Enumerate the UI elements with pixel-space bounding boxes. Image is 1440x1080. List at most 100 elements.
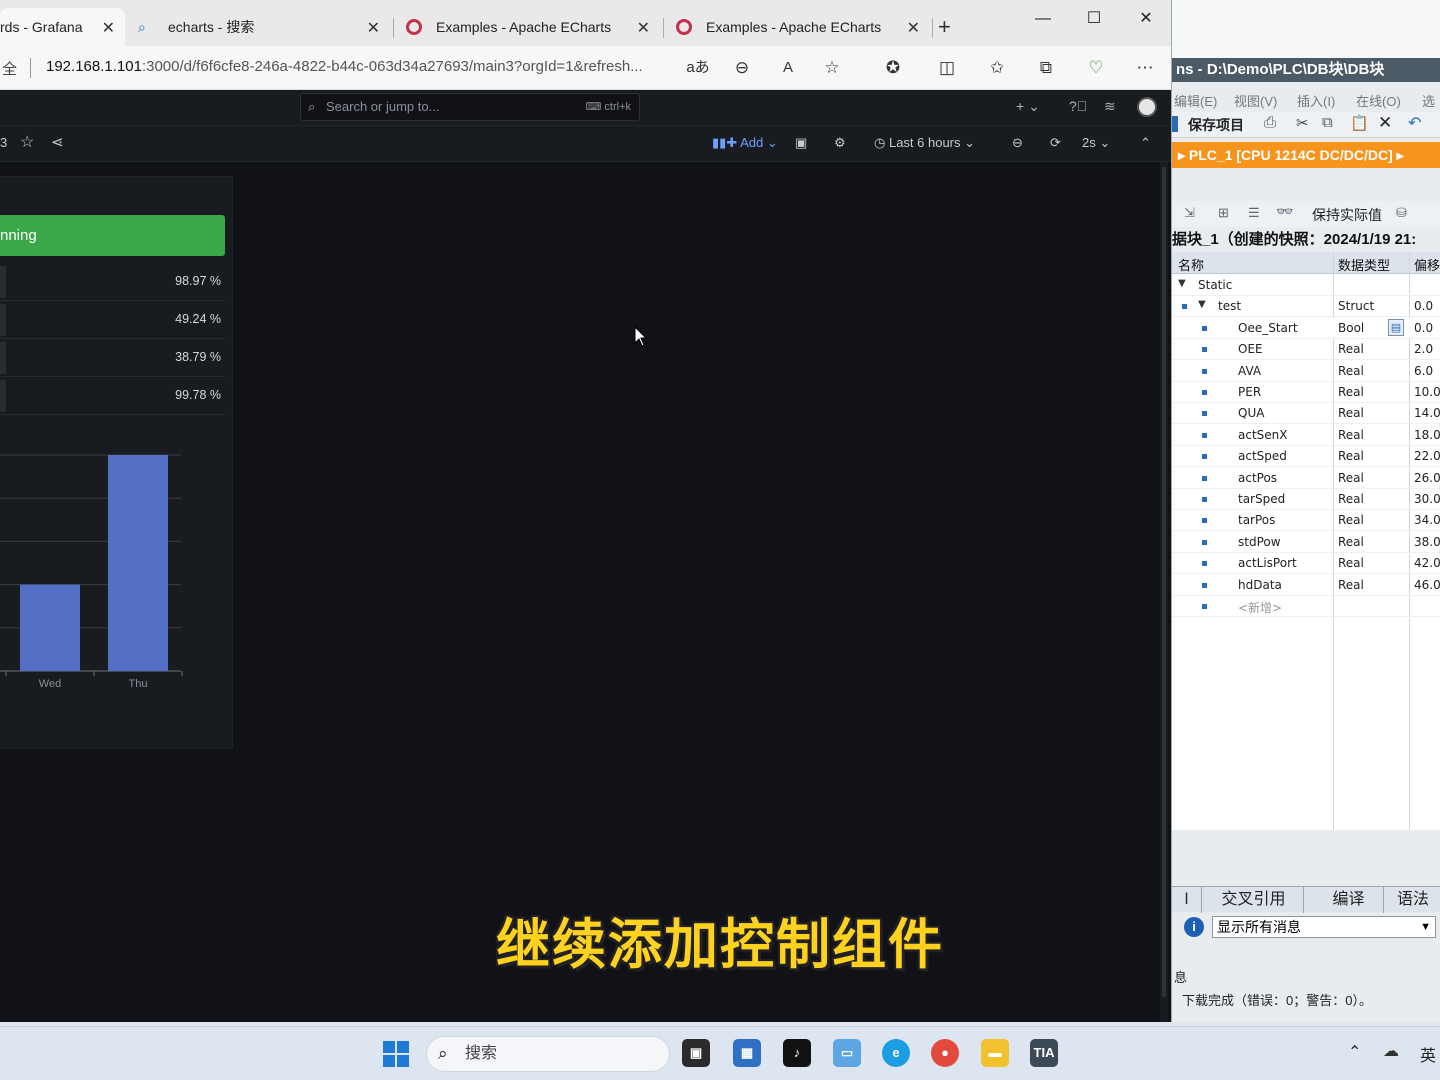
time-picker[interactable]: ◷ Last 6 hours ⌄	[874, 135, 975, 151]
tiktok-icon[interactable]: ♪	[783, 1039, 811, 1067]
news-feed-icon[interactable]: ≋	[1104, 98, 1116, 115]
translate-icon[interactable]: aあ	[686, 56, 710, 80]
new-menu-plus-icon[interactable]: + ⌄	[1016, 98, 1040, 115]
row-type: Real	[1338, 556, 1364, 571]
db-table-row[interactable]: actSped Real 22.0	[1172, 446, 1440, 468]
input-language-indicator[interactable]: 英	[1420, 1042, 1436, 1066]
db-table-row[interactable]: stdPow Real 38.0	[1172, 532, 1440, 553]
collections-icon[interactable]: ⧉	[1034, 56, 1058, 80]
chrome-browser-icon[interactable]: ●	[931, 1039, 959, 1067]
zoom-icon[interactable]: ⊖	[730, 56, 754, 80]
add-button[interactable]: ▮▮✚ Add ⌄	[712, 135, 778, 151]
db-table-row[interactable]: hdData Real 46.0	[1172, 575, 1440, 596]
zoom-out-icon[interactable]: ⊖	[1012, 135, 1023, 151]
stat-value: 99.78 %	[175, 388, 221, 402]
search-input[interactable]: ⌕ Search or jump to... ⌨ ctrl+k	[300, 93, 640, 121]
close-tab-icon[interactable]: ✕	[367, 18, 380, 38]
file-explorer-icon[interactable]: ▬	[981, 1039, 1009, 1067]
tab-grafana[interactable]: rds - Grafana ✕	[0, 8, 125, 46]
share-icon[interactable]: ⋖	[51, 133, 64, 151]
keep-actual-values-button[interactable]: 保持实际值	[1312, 205, 1382, 225]
start-windows-icon[interactable]	[383, 1041, 409, 1067]
copy-icon[interactable]: ⧉	[1322, 114, 1333, 131]
split-screen-icon[interactable]: ◫	[935, 56, 959, 80]
store-icon[interactable]: ▦	[733, 1039, 761, 1067]
favorites-icon[interactable]: ✩	[985, 56, 1009, 80]
extensions-icon[interactable]: ✪	[881, 56, 905, 80]
db-table-row[interactable]: OEE Real 2.0	[1172, 339, 1440, 361]
maximize-button[interactable]: ☐	[1071, 8, 1117, 34]
url-field[interactable]: 192.168.1.101:3000/d/f6f6cfe8-246a-4822-…	[46, 58, 643, 75]
close-tab-icon[interactable]: ✕	[907, 18, 920, 38]
browser-essentials-icon[interactable]: ♡	[1084, 56, 1108, 80]
menu-insert[interactable]: 插入(I)	[1297, 91, 1335, 110]
tab-echarts-search[interactable]: ⌕ echarts - 搜索 ✕	[128, 8, 390, 46]
menu-view[interactable]: 视图(V)	[1234, 91, 1277, 110]
favorite-star-icon[interactable]: ☆	[820, 56, 844, 80]
windows-taskbar: ⌕ 搜索 ▣ ▦ ♪ ▭ e ● ▬ TIA ⌃ ☁ 英	[0, 1026, 1440, 1080]
menu-options[interactable]: 选	[1422, 91, 1435, 110]
close-tab-icon[interactable]: ✕	[102, 18, 115, 38]
row-offset: 22.0	[1414, 449, 1440, 464]
read-aloud-icon[interactable]: A	[776, 56, 800, 80]
settings-gear-icon[interactable]: ⚙	[834, 135, 846, 151]
load-snapshot-icon[interactable]: ⛁	[1396, 205, 1407, 221]
state-badge: nning	[0, 215, 225, 256]
db-table-row[interactable]: ▼ test Struct 0.0	[1172, 296, 1440, 318]
edge-browser-icon[interactable]: e	[882, 1039, 910, 1067]
menu-online[interactable]: 在线(O)	[1356, 91, 1401, 110]
edit-value-icon[interactable]: ▤	[1388, 318, 1404, 336]
tray-chevron-up-icon[interactable]: ⌃	[1348, 1042, 1361, 1062]
page-scrollbar[interactable]	[1160, 162, 1168, 1022]
print-icon[interactable]: ⎙	[1264, 114, 1276, 131]
insert-row-icon[interactable]: ⇲	[1184, 205, 1195, 221]
list-icon[interactable]: ☰	[1248, 205, 1260, 221]
db-table-row[interactable]: AVA Real 6.0	[1172, 361, 1440, 382]
security-label[interactable]: 全	[2, 58, 17, 79]
row-offset: 2.0	[1414, 342, 1434, 357]
tia-portal-icon[interactable]: TIA	[1030, 1039, 1058, 1067]
db-table-row[interactable]: tarSped Real 30.0	[1172, 489, 1440, 510]
save-dashboard-icon[interactable]: ▣	[795, 135, 807, 151]
db-table-row[interactable]: QUA Real 14.0	[1172, 403, 1440, 425]
star-dashboard-icon[interactable]: ☆	[20, 132, 34, 152]
db-table-row[interactable]: <新增>	[1172, 596, 1440, 617]
new-tab-button[interactable]: +	[938, 14, 951, 40]
undo-icon[interactable]: ↶	[1408, 113, 1421, 133]
row-offset: 10.0	[1414, 385, 1440, 399]
more-menu-icon[interactable]: ⋯	[1133, 56, 1157, 80]
db-table-row[interactable]: actLisPort Real 42.0	[1172, 553, 1440, 575]
taskbar-search[interactable]: ⌕ 搜索	[426, 1036, 670, 1072]
close-window-button[interactable]: ✕	[1123, 8, 1169, 34]
db-table-row[interactable]: Oee_Start Bool 0.0 ▤	[1172, 317, 1440, 339]
db-table-row[interactable]: tarPos Real 34.0	[1172, 510, 1440, 532]
snapshot-icon[interactable]: ⊞	[1218, 205, 1229, 221]
task-view-icon[interactable]: ▣	[682, 1039, 710, 1067]
close-tab-icon[interactable]: ✕	[637, 18, 650, 38]
expand-triangle-icon[interactable]: ▼	[1178, 278, 1186, 289]
expand-triangle-icon[interactable]: ▼	[1198, 299, 1206, 310]
minimize-button[interactable]: —	[1020, 8, 1066, 34]
user-avatar[interactable]	[1137, 97, 1157, 117]
db-table-row[interactable]: PER Real 10.0	[1172, 382, 1440, 403]
cut-icon[interactable]: ✂	[1296, 114, 1309, 132]
row-offset: 46.0	[1414, 577, 1440, 592]
tv-app-icon[interactable]: ▭	[833, 1039, 861, 1067]
collapse-chevron-up-icon[interactable]: ⌃	[1140, 135, 1151, 151]
onedrive-cloud-icon[interactable]: ☁	[1383, 1041, 1399, 1061]
help-icon[interactable]: ?⃝	[1069, 98, 1087, 114]
db-table-row[interactable]: ▼ Static	[1172, 275, 1440, 296]
refresh-interval-picker[interactable]: 2s ⌄	[1082, 135, 1110, 151]
delete-icon[interactable]: ✕	[1378, 113, 1392, 133]
db-table-row[interactable]: actSenX Real 18.0	[1172, 425, 1440, 446]
row-name: hdData	[1238, 577, 1282, 592]
paste-icon[interactable]: 📋	[1350, 114, 1369, 132]
video-subtitle: 继续添加控制组件	[496, 913, 944, 976]
monitor-glasses-icon[interactable]: 👓	[1276, 203, 1293, 220]
tab-echarts-examples-1[interactable]: Examples - Apache ECharts ✕	[396, 8, 660, 46]
refresh-icon[interactable]: ⟳	[1050, 135, 1061, 151]
save-project-button[interactable]: 保存项目	[1188, 115, 1244, 135]
tab-echarts-examples-2[interactable]: Examples - Apache ECharts ✕	[666, 8, 930, 46]
db-table-row[interactable]: actPos Real 26.0	[1172, 468, 1440, 489]
menu-edit[interactable]: 编辑(E)	[1174, 91, 1217, 110]
